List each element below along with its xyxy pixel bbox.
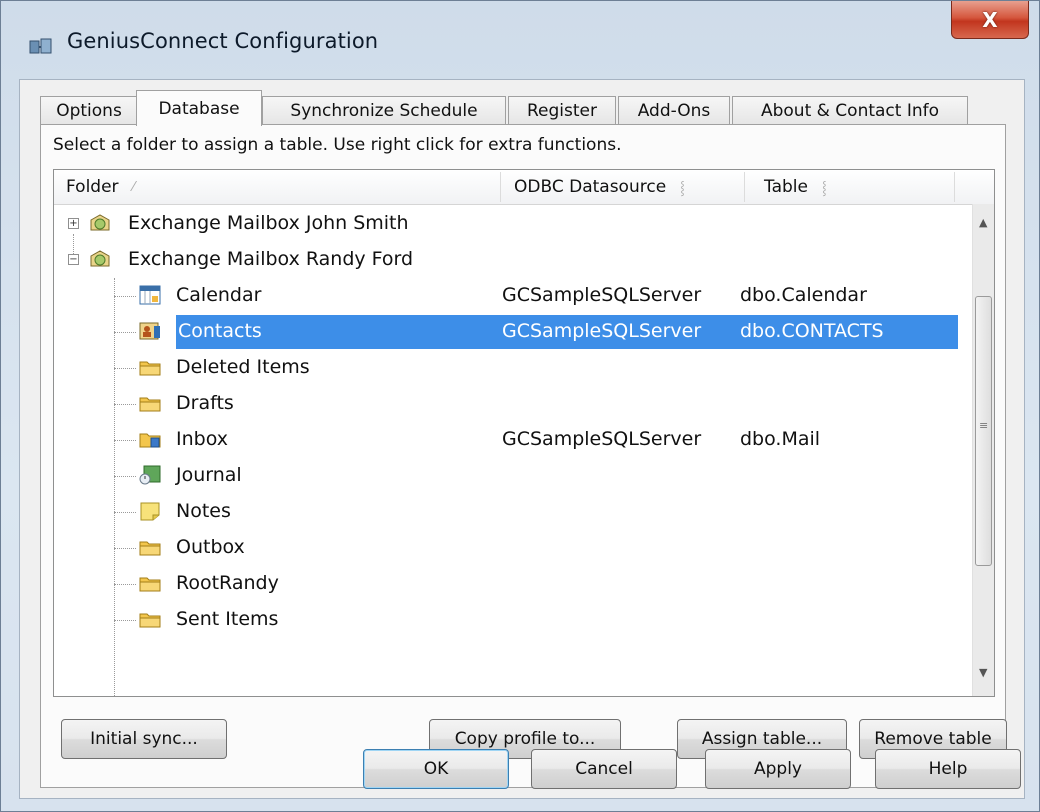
calendar-icon <box>139 285 161 305</box>
folder-name: Notes <box>176 500 231 522</box>
contacts-icon <box>139 322 160 340</box>
tree-node-mailbox[interactable]: + Exchange Mailbox John Smith <box>54 206 958 242</box>
column-resize-icon: ⁄ <box>132 179 135 195</box>
dialog-window: GeniusConnect Configuration X Options Da… <box>0 0 1040 812</box>
tree-line <box>114 620 136 621</box>
folder-name: RootRandy <box>176 572 279 594</box>
app-icon <box>29 38 52 54</box>
column-divider[interactable] <box>744 172 745 202</box>
grip-icon: ≡ <box>979 419 989 432</box>
column-header: Folder ⁄ ODBC Datasource ⸾ Table ⸾ <box>54 170 994 205</box>
column-datasource-label: ODBC Datasource <box>514 177 667 197</box>
cancel-button[interactable]: Cancel <box>531 749 677 789</box>
folder-icon <box>139 577 161 592</box>
tab-label: Register <box>527 100 597 121</box>
tree-node-folder[interactable]: RootRandy <box>54 566 958 602</box>
tree-node-folder[interactable]: Journal <box>54 458 958 494</box>
tree-line <box>114 404 136 405</box>
mailbox-label: Exchange Mailbox John Smith <box>128 212 409 234</box>
tab-add-ons[interactable]: Add-Ons <box>618 96 730 124</box>
column-resize-icon: ⸾ <box>821 181 827 196</box>
title-bar[interactable]: GeniusConnect Configuration X <box>1 1 1039 81</box>
instruction-text: Select a folder to assign a table. Use r… <box>53 135 622 155</box>
folder-datasource: GCSampleSQLServer <box>502 284 702 306</box>
scroll-down-icon[interactable]: ▼ <box>979 666 987 679</box>
tab-label: Synchronize Schedule <box>290 100 478 121</box>
folder-table: dbo.CONTACTS <box>740 320 884 342</box>
tree-line <box>114 332 136 333</box>
folder-name: Contacts <box>178 320 262 342</box>
tree-node-folder-selected[interactable]: Contacts GCSampleSQLServer dbo.CONTACTS <box>54 314 958 350</box>
initial-sync-button[interactable]: Initial sync... <box>61 719 227 759</box>
tab-label: About & Contact Info <box>760 100 940 121</box>
tab-register[interactable]: Register <box>508 96 616 124</box>
folder-name: Calendar <box>176 284 262 306</box>
column-datasource[interactable]: ODBC Datasource ⸾ <box>514 170 685 204</box>
folder-icon <box>139 397 161 412</box>
close-icon: X <box>982 7 998 32</box>
mailbox-icon <box>90 250 110 267</box>
folder-name: Drafts <box>176 392 234 414</box>
tree-node-folder[interactable]: Sent Items <box>54 602 958 638</box>
tab-label: Database <box>158 98 240 119</box>
column-table-label: Table <box>764 177 808 197</box>
tree-line <box>114 584 136 585</box>
folder-table: dbo.Calendar <box>740 284 867 306</box>
column-divider[interactable] <box>954 172 955 202</box>
tab-label: Add-Ons <box>637 100 711 121</box>
folder-tree[interactable]: Folder ⁄ ODBC Datasource ⸾ Table ⸾ + Exc… <box>53 169 995 697</box>
folder-name: Deleted Items <box>176 356 310 378</box>
ok-button[interactable]: OK <box>363 749 509 789</box>
tab-label: Options <box>56 100 122 121</box>
help-button[interactable]: Help <box>875 749 1021 789</box>
folder-datasource: GCSampleSQLServer <box>502 320 702 342</box>
folder-name: Inbox <box>176 428 228 450</box>
folder-icon <box>139 361 161 376</box>
mailbox-label: Exchange Mailbox Randy Ford <box>128 248 414 270</box>
tree-node-folder[interactable]: Outbox <box>54 530 958 566</box>
tab-database[interactable]: Database <box>136 90 262 126</box>
tree-node-folder[interactable]: Inbox GCSampleSQLServer dbo.Mail <box>54 422 958 458</box>
database-panel: Select a folder to assign a table. Use r… <box>40 124 1007 788</box>
mailbox-icon <box>90 214 110 231</box>
tab-synchronize-schedule[interactable]: Synchronize Schedule <box>262 96 506 124</box>
inbox-icon <box>139 433 161 448</box>
scroll-thumb[interactable]: ≡ <box>975 296 992 566</box>
tree-node-mailbox[interactable]: − Exchange Mailbox Randy Ford <box>54 242 958 278</box>
tree-line <box>114 368 136 369</box>
tree-line <box>114 548 136 549</box>
tree-node-folder[interactable]: Drafts <box>54 386 958 422</box>
column-table[interactable]: Table ⸾ <box>764 170 827 204</box>
expand-icon[interactable]: + <box>68 218 79 229</box>
dialog-client: Options Database Synchronize Schedule Re… <box>19 79 1025 799</box>
folder-name: Journal <box>176 464 242 486</box>
column-folder-label: Folder <box>66 177 119 197</box>
apply-button[interactable]: Apply <box>705 749 851 789</box>
folder-datasource: GCSampleSQLServer <box>502 428 702 450</box>
tree-line <box>114 476 136 477</box>
column-resize-icon: ⸾ <box>680 181 685 196</box>
notes-icon <box>140 502 160 521</box>
folder-table: dbo.Mail <box>740 428 821 450</box>
tree-line <box>114 296 136 297</box>
scroll-up-icon[interactable]: ▲ <box>979 216 987 229</box>
journal-icon <box>139 465 161 485</box>
tree-node-folder[interactable]: Calendar GCSampleSQLServer dbo.Calendar <box>54 278 958 314</box>
tab-about-contact-info[interactable]: About & Contact Info <box>732 96 968 124</box>
vertical-scrollbar[interactable]: ▲ ≡ ▼ <box>972 204 994 696</box>
window-title: GeniusConnect Configuration <box>67 29 379 53</box>
column-folder[interactable]: Folder ⁄ <box>66 170 135 204</box>
collapse-icon[interactable]: − <box>68 254 79 265</box>
close-button[interactable]: X <box>951 1 1029 39</box>
folder-icon <box>139 613 161 628</box>
column-divider[interactable] <box>500 172 501 202</box>
tree-line <box>114 440 136 441</box>
tree-node-folder[interactable]: Notes <box>54 494 958 530</box>
folder-icon <box>139 541 161 556</box>
folder-name: Sent Items <box>176 608 279 630</box>
tree-line <box>114 512 136 513</box>
tab-options[interactable]: Options <box>40 96 138 124</box>
tree-node-folder[interactable]: Deleted Items <box>54 350 958 386</box>
folder-name: Outbox <box>176 536 245 558</box>
